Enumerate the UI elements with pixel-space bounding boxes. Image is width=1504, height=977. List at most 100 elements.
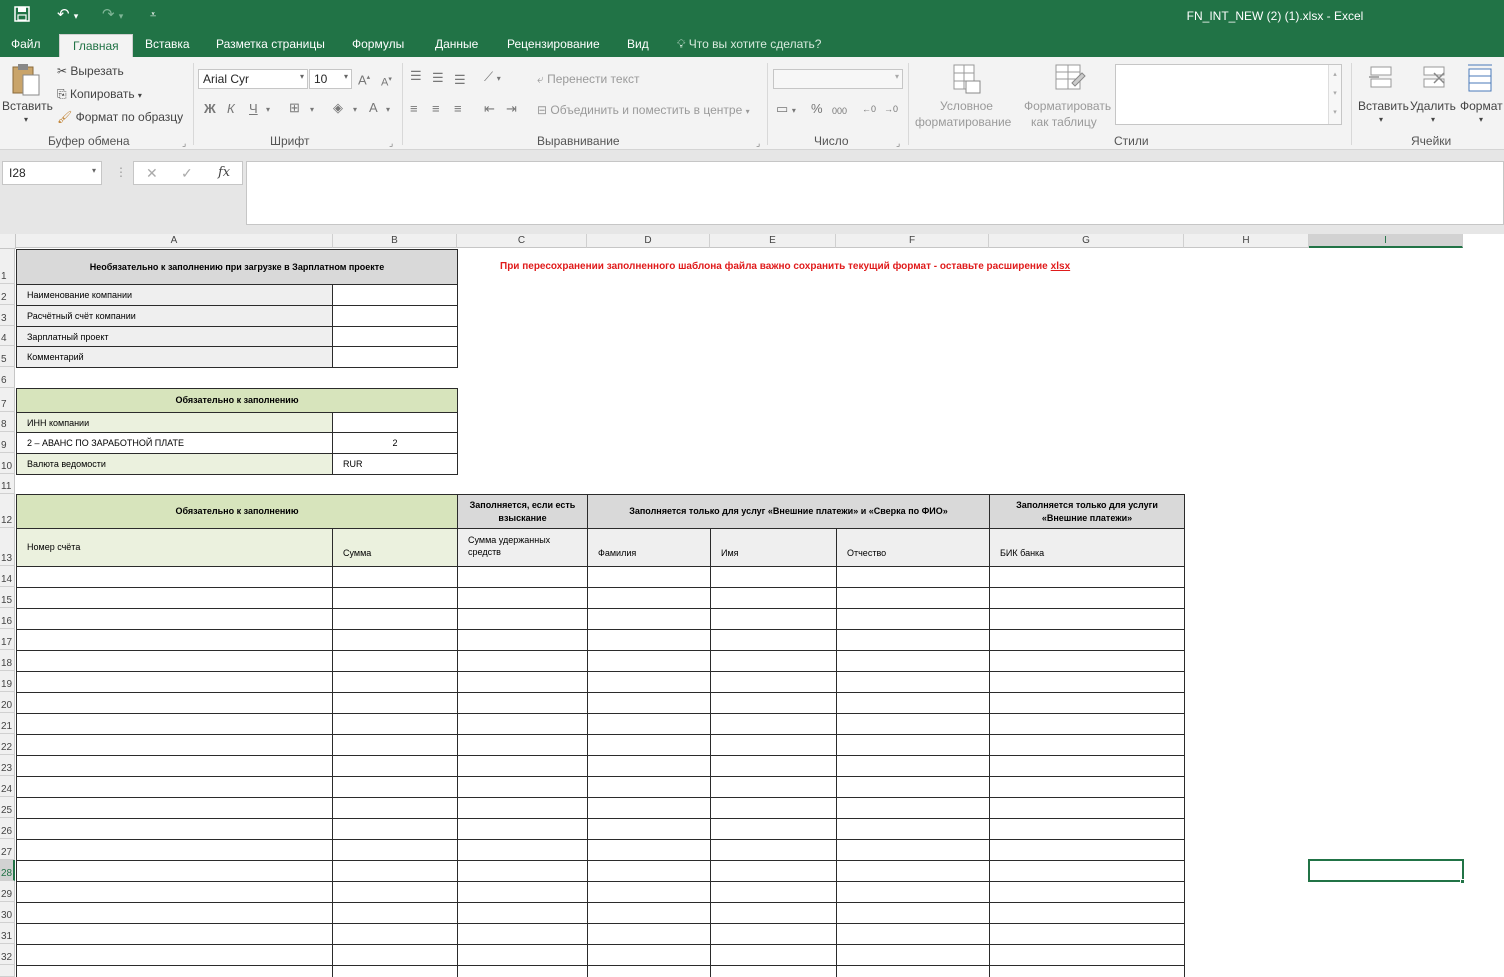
number-format-select[interactable]: ▾ [773,69,903,89]
paste-label: Вставить [2,99,53,113]
format-painter-label: Формат по образцу [75,110,184,124]
data-entry-grid[interactable] [0,234,1504,977]
conditional-formatting-button[interactable]: Условное форматирование [912,61,1022,131]
fill-color-icon[interactable]: ◈ [333,101,343,115]
font-group-label: Шрифт [270,134,310,148]
dialog-launcher-icon[interactable]: ⌟ [389,136,393,150]
tab-data[interactable]: Данные [435,37,478,51]
increase-font-icon[interactable]: A▴ [358,71,370,87]
font-size-select[interactable]: 10 ▾ [309,69,352,89]
customize-qat-icon[interactable]: ⩡ [150,6,156,24]
format-cells-label: Формат [1460,99,1503,113]
format-painter-button[interactable]: 🖌︎ Формат по образцу [57,110,183,124]
font-size-value: 10 [314,72,328,86]
name-box[interactable]: I28 ▾ [2,161,102,185]
chevron-down-icon: ▾ [1379,115,1384,124]
align-right-icon[interactable]: ≡ [454,102,462,116]
bold-button[interactable]: Ж [204,102,216,116]
chevron-down-icon[interactable]: ▾ [266,103,270,117]
align-left-icon[interactable]: ≡ [410,102,418,116]
enter-icon[interactable]: ✓ [181,165,193,182]
cells-group-label: Ячейки [1411,134,1452,148]
save-icon[interactable] [14,6,30,27]
gallery-scroll[interactable]: ▴ ▾ ▾ [1328,65,1341,124]
fill-handle[interactable] [1460,879,1465,884]
dialog-launcher-icon[interactable]: ⌟ [896,136,900,150]
cut-button[interactable]: ✂ Вырезать [57,64,124,78]
divider [767,63,768,145]
delete-cells-icon [1423,66,1445,88]
tab-insert[interactable]: Вставка [145,37,190,51]
tab-home[interactable]: Главная [59,34,133,57]
align-middle-icon[interactable]: ☰ [432,71,444,85]
tab-review[interactable]: Рецензирование [507,37,600,51]
cell-styles-gallery[interactable]: ▴ ▾ ▾ [1115,64,1342,125]
thousands-button[interactable]: 000 [832,104,847,118]
format-as-table-button[interactable]: Форматировать как таблицу [1022,61,1114,131]
tab-view[interactable]: Вид [627,37,649,51]
orientation-icon[interactable]: ⟋ ▾ [484,70,501,86]
format-table-icon [1055,64,1086,90]
format-table-label-1: Форматировать [1024,99,1112,113]
ribbon-tabs: Файл Главная Вставка Разметка страницы Ф… [0,32,1504,57]
chevron-down-icon[interactable]: ▾ [353,103,357,117]
decrease-indent-icon[interactable]: ⇤ [484,102,495,116]
function-icon[interactable]: fx [218,165,230,180]
undo-icon[interactable]: ↶ ▾ [57,6,78,25]
chevron-down-icon: ▾ [137,91,142,100]
insert-cells-button[interactable]: Вставить ▾ [1355,61,1409,131]
tab-file[interactable]: Файл [11,37,41,51]
tab-page-layout[interactable]: Разметка страницы [216,37,325,51]
insert-cells-label: Вставить [1358,99,1409,113]
formula-buttons: ✕ ✓ fx [133,161,243,185]
tab-formulas[interactable]: Формулы [352,37,404,51]
redo-icon: ↷ ▾ [102,6,124,23]
title-bar: ↶ ▾ ↷ ▾ ⩡ FN_INT_NEW (2) (1).xlsx - Exce… [0,0,1504,32]
underline-button[interactable]: Ч [249,102,258,116]
clipboard-group-label: Буфер обмена [48,134,130,148]
tell-me-search[interactable]: 💡︎ Что вы хотите сделать? [677,37,821,52]
chevron-down-icon: ▾ [91,166,96,175]
chevron-down-icon: ▾ [24,115,29,124]
active-cell-i28[interactable] [1308,859,1464,882]
align-center-icon[interactable]: ≡ [432,102,440,116]
chevron-down-icon[interactable]: ▾ [310,103,314,117]
chevron-down-icon[interactable]: ▾ [386,103,390,117]
paste-button[interactable]: Вставить ▾ [2,61,53,127]
divider [1351,63,1352,145]
italic-button[interactable]: К [227,102,235,116]
cancel-icon[interactable]: ✕ [146,165,158,182]
merge-center-button[interactable]: ⊟ Объединить и поместить в центре ▾ [537,103,750,117]
increase-indent-icon[interactable]: ⇥ [506,102,517,116]
divider [402,63,403,145]
divider [908,63,909,145]
increase-decimal-icon[interactable]: ←0 [862,102,876,116]
chevron-down-icon: ▾ [745,107,750,116]
wrap-text-button[interactable]: ⤶ Перенести текст [537,72,639,87]
dialog-launcher-icon[interactable]: ⌟ [756,136,760,150]
tell-me-label: Что вы хотите сделать? [688,37,822,51]
number-group-label: Число [814,134,849,148]
decrease-font-icon[interactable]: A▾ [381,73,392,90]
styles-group-label: Стили [1114,134,1149,148]
formula-input[interactable] [246,161,1504,225]
decrease-decimal-icon[interactable]: →0 [884,102,898,116]
font-color-icon[interactable]: A [369,101,378,115]
align-top-icon[interactable]: ☰ [410,69,422,83]
font-name-select[interactable]: Arial Cyr ▾ [198,69,308,89]
lightbulb-icon: 💡︎ [677,37,686,51]
align-bottom-icon[interactable]: ☰ [454,73,466,87]
copy-button[interactable]: ⎘ Копировать ▾ [57,87,142,102]
format-cells-icon [1468,64,1492,92]
format-cells-button[interactable]: Формат ▾ [1458,61,1504,131]
percent-button[interactable]: % [811,102,823,116]
merge-icon: ⊟ [537,103,548,117]
currency-icon[interactable]: ▭ ▾ [776,102,796,118]
merge-label: Объединить и поместить в центре [550,103,743,117]
delete-cells-button[interactable]: Удалить ▾ [1408,61,1458,131]
dialog-launcher-icon[interactable]: ⌟ [182,136,186,150]
chevron-down-icon: ▾ [343,72,348,81]
scissors-icon: ✂ [57,64,68,78]
borders-icon[interactable]: ⊞ [289,101,300,115]
splitter-dots-icon[interactable]: ⋮ [115,165,127,179]
